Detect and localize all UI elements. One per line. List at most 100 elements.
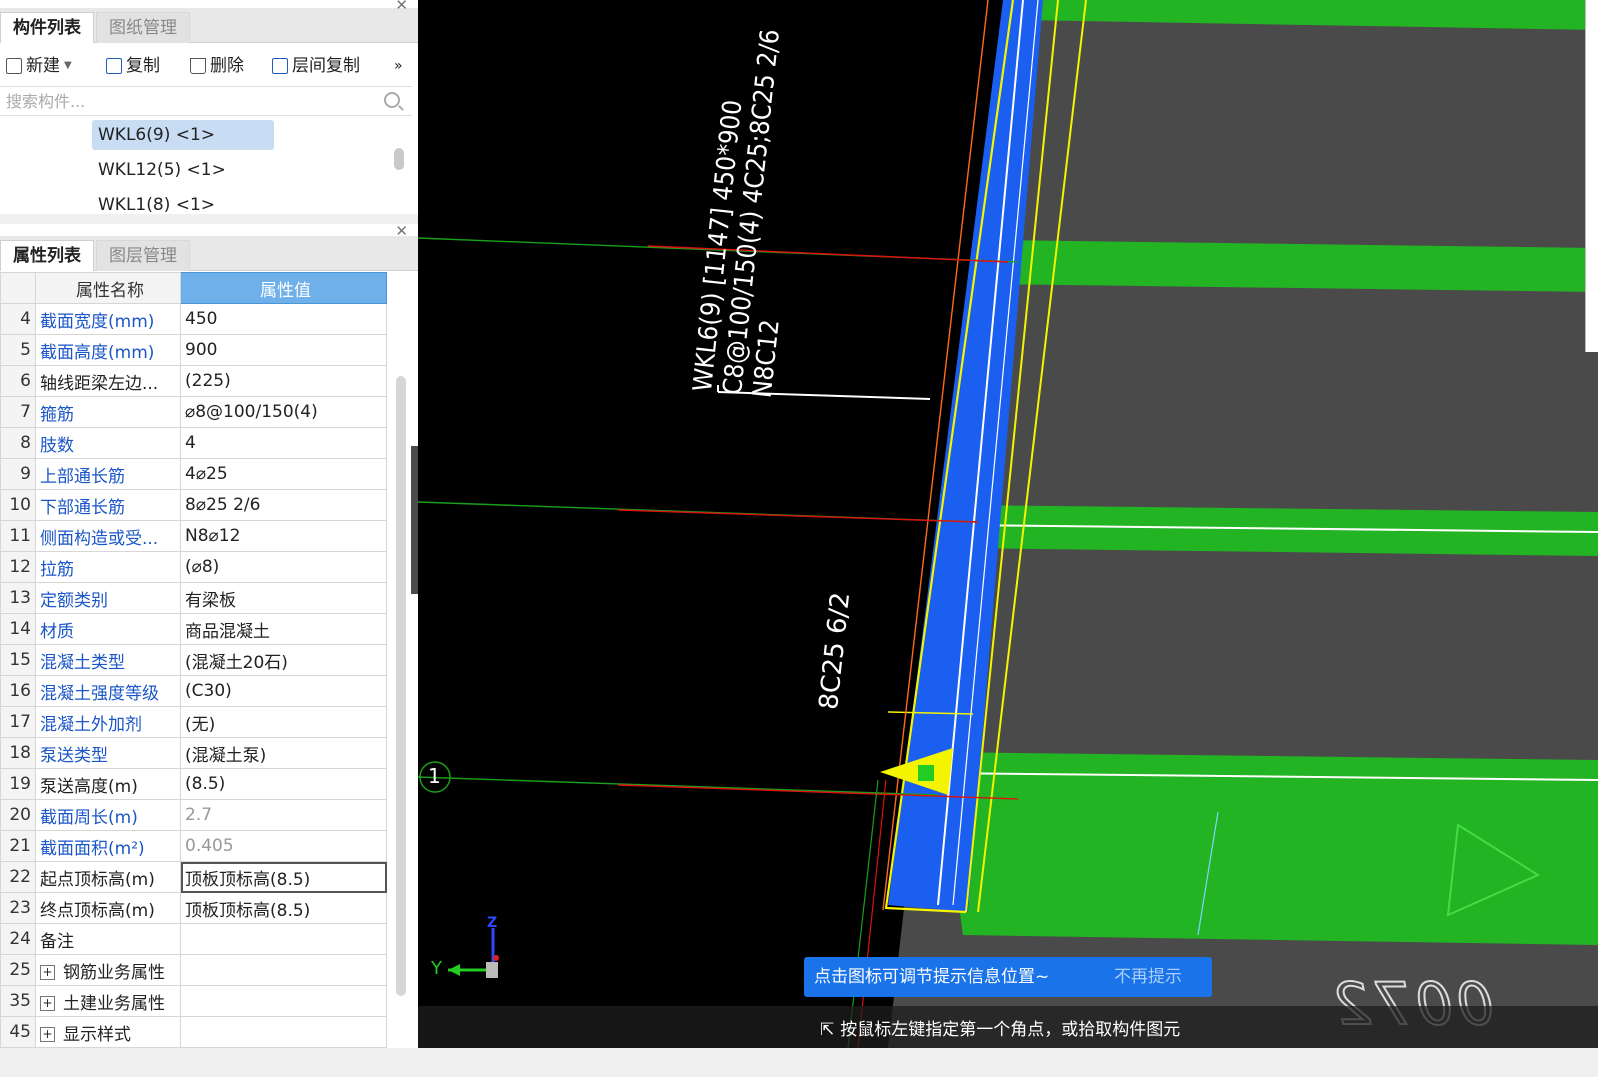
expand-icon[interactable]: + (40, 996, 55, 1011)
property-table: 属性名称 属性值 4 截面宽度(mm) 450 5 截面高度(mm) 900 6 轴线距梁左边… (0, 272, 387, 1048)
copy-button[interactable]: 复制 (106, 52, 160, 80)
property-value[interactable] (180, 985, 387, 1017)
component-panel: 构件列表 图纸管理 ✕ 新建 ▼ 复制 删除 层间复制 » WKL6(9) <1… (0, 0, 418, 214)
property-value[interactable]: (8.5) (180, 768, 387, 800)
table-row[interactable]: 13 定额类别 有梁板 (0, 582, 387, 614)
slab-strip[interactable] (938, 752, 1598, 945)
property-value[interactable] (180, 954, 387, 986)
row-number: 13 (0, 582, 36, 614)
table-row[interactable]: 8 肢数 4 (0, 427, 387, 459)
expand-icon[interactable]: + (40, 965, 55, 980)
row-number: 16 (0, 675, 36, 707)
copy-label: 复制 (126, 56, 160, 76)
table-row[interactable]: 5 截面高度(mm) 900 (0, 334, 387, 366)
table-row[interactable]: 15 混凝土类型 (混凝土20石) (0, 644, 387, 676)
table-row[interactable]: 14 材质 商品混凝土 (0, 613, 387, 645)
property-scrollbar[interactable] (396, 376, 406, 996)
property-value[interactable] (180, 923, 387, 955)
property-value[interactable]: (C30) (180, 675, 387, 707)
delete-button[interactable]: 删除 (190, 52, 244, 80)
table-row[interactable]: 9 上部通长筋 4⌀25 (0, 458, 387, 490)
table-row[interactable]: 10 下部通长筋 8⌀25 2/6 (0, 489, 387, 521)
list-item[interactable]: WKL6(9) <1> (92, 120, 274, 150)
row-number: 4 (0, 303, 36, 335)
property-value[interactable]: (⌀8) (180, 551, 387, 583)
row-number: 9 (0, 458, 36, 490)
row-number: 14 (0, 613, 36, 645)
search-input[interactable] (0, 87, 368, 115)
property-value[interactable]: 8⌀25 2/6 (180, 489, 387, 521)
property-value[interactable]: (混凝土泵) (180, 737, 387, 769)
row-number: 21 (0, 830, 36, 862)
table-row[interactable]: 45 + 显示样式 (0, 1016, 387, 1048)
new-label: 新建 (26, 56, 60, 76)
component-list-scrollbar[interactable] (394, 148, 404, 170)
tip-banner[interactable]: 点击图标可调节提示信息位置~ 不再提示 (804, 957, 1212, 997)
tab-layer-management[interactable]: 图层管理 (96, 240, 190, 271)
table-row[interactable]: 7 箍筋 ⌀8@100/150(4) (0, 396, 387, 428)
property-tabbar: 属性列表 图层管理 (0, 236, 418, 271)
property-value[interactable]: 4 (180, 427, 387, 459)
property-value[interactable]: 顶板顶标高(8.5) (180, 861, 387, 893)
tab-component-list[interactable]: 构件列表 (0, 12, 94, 43)
table-row[interactable]: 21 截面面积(m²) 0.405 (0, 830, 387, 862)
table-row[interactable]: 12 拉筋 (⌀8) (0, 551, 387, 583)
table-row[interactable]: 4 截面宽度(mm) 450 (0, 303, 387, 335)
property-value[interactable]: 2.7 (180, 799, 387, 831)
property-name: 混凝土外加剂 (35, 706, 181, 738)
property-value[interactable] (180, 1016, 387, 1048)
copy-icon (106, 58, 122, 74)
floor-copy-button[interactable]: 层间复制 (272, 52, 360, 80)
table-row[interactable]: 17 混凝土外加剂 (无) (0, 706, 387, 738)
property-value[interactable]: 顶板顶标高(8.5) (180, 892, 387, 924)
table-row[interactable]: 20 截面周长(m) 2.7 (0, 799, 387, 831)
table-row[interactable]: 23 终点顶标高(m) 顶板顶标高(8.5) (0, 892, 387, 924)
property-name: 泵送高度(m) (35, 768, 181, 800)
property-value[interactable]: N8⌀12 (180, 520, 387, 552)
table-row[interactable]: 16 混凝土强度等级 (C30) (0, 675, 387, 707)
table-row[interactable]: 25 + 钢筋业务属性 (0, 954, 387, 986)
property-value[interactable]: (225) (180, 365, 387, 397)
table-row[interactable]: 24 备注 (0, 923, 387, 955)
tip-dismiss-link[interactable]: 不再提示 (1114, 957, 1182, 997)
property-value[interactable]: 450 (180, 303, 387, 335)
drawing-viewport[interactable]: WKL6(9) [1147] 450*900 C8@100/150(4) 4C2… (418, 0, 1598, 1048)
property-value[interactable]: 有梁板 (180, 582, 387, 614)
close-icon[interactable]: ✕ (395, 0, 408, 14)
property-value[interactable]: (无) (180, 706, 387, 738)
property-value[interactable]: ⌀8@100/150(4) (180, 396, 387, 428)
tab-property-list[interactable]: 属性列表 (0, 240, 94, 271)
table-row[interactable]: 19 泵送高度(m) (8.5) (0, 768, 387, 800)
new-button[interactable]: 新建 ▼ (6, 52, 72, 80)
property-value[interactable]: 900 (180, 334, 387, 366)
row-number: 35 (0, 985, 36, 1017)
table-row[interactable]: 6 轴线距梁左边... (225) (0, 365, 387, 397)
property-name: 混凝土强度等级 (35, 675, 181, 707)
tab-drawing-management[interactable]: 图纸管理 (96, 12, 190, 43)
splitter-handle[interactable] (411, 446, 418, 594)
search-icon[interactable] (384, 92, 400, 108)
property-value[interactable]: 商品混凝土 (180, 613, 387, 645)
slab-strip[interactable] (990, 240, 1598, 292)
cad-canvas[interactable] (418, 0, 1598, 1048)
list-item[interactable]: WKL12(5) <1> (92, 155, 232, 185)
table-row[interactable]: 11 侧面构造或受... N8⌀12 (0, 520, 387, 552)
expand-icon[interactable]: + (40, 1027, 55, 1042)
property-value[interactable]: 0.405 (180, 830, 387, 862)
property-value[interactable]: (混凝土20石) (180, 644, 387, 676)
table-row[interactable]: 35 + 土建业务属性 (0, 985, 387, 1017)
component-search (0, 86, 412, 116)
property-value[interactable]: 4⌀25 (180, 458, 387, 490)
property-name: + 显示样式 (35, 1016, 181, 1048)
table-row[interactable]: 22 起点顶标高(m) 顶板顶标高(8.5) (0, 861, 387, 893)
table-row[interactable]: 18 泵送类型 (混凝土泵) (0, 737, 387, 769)
close-icon[interactable]: ✕ (395, 222, 408, 240)
more-button[interactable]: » (394, 52, 403, 80)
chevron-down-icon[interactable]: ▼ (64, 52, 72, 80)
axis-z-label: Z (487, 915, 498, 931)
status-text: 按鼠标左键指定第一个角点，或拾取构件图元 (840, 1020, 1181, 1040)
grip-point-icon[interactable] (918, 765, 934, 781)
list-item[interactable]: WKL1(8) <1> (92, 190, 221, 214)
right-toolbar[interactable] (1585, 0, 1598, 352)
row-number: 8 (0, 427, 36, 459)
